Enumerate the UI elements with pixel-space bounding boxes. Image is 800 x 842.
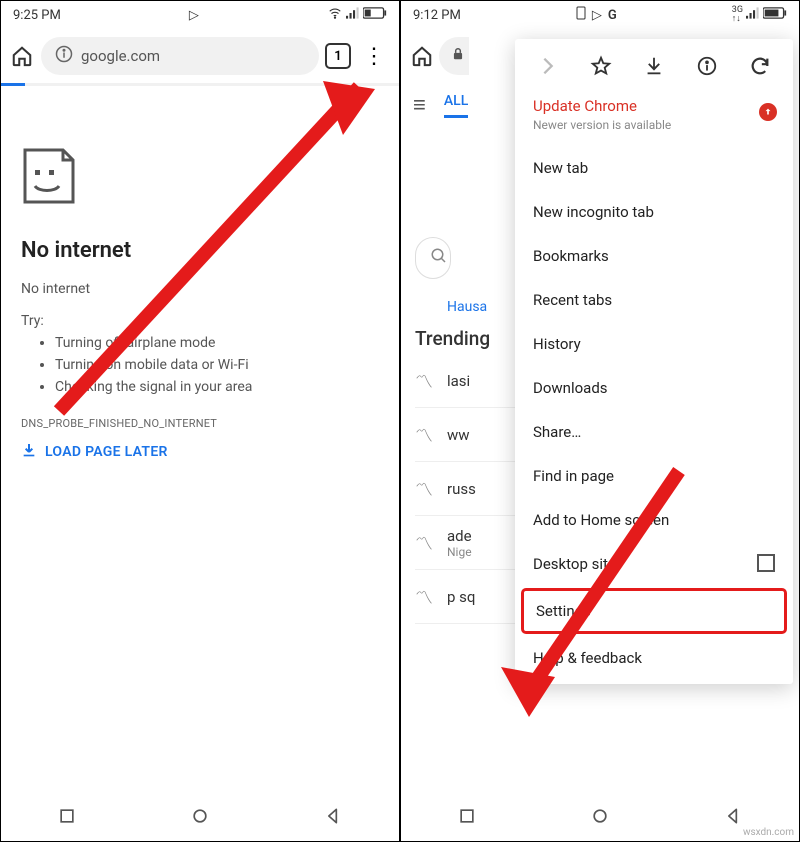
tip: Turning off airplane mode: [55, 335, 379, 351]
play-store-icon: ▷: [592, 8, 602, 23]
try-label: Try:: [21, 313, 379, 329]
menu-new-incognito[interactable]: New incognito tab: [515, 190, 793, 234]
android-nav-bar: [401, 795, 799, 841]
download-icon[interactable]: [643, 55, 665, 81]
status-time: 9:25 PM: [13, 8, 61, 23]
recent-apps-button[interactable]: [57, 806, 77, 830]
omnibox[interactable]: [439, 37, 469, 75]
error-code: DNS_PROBE_FINISHED_NO_INTERNET: [21, 417, 379, 430]
overflow-menu: Update Chrome Newer version is available…: [515, 39, 793, 684]
back-button[interactable]: [323, 806, 343, 830]
menu-new-tab[interactable]: New tab: [515, 146, 793, 190]
load-later-label: LOAD PAGE LATER: [45, 444, 168, 460]
menu-settings[interactable]: Settings: [521, 588, 787, 634]
battery-icon: [763, 7, 787, 23]
menu-update-chrome[interactable]: Update Chrome Newer version is available: [515, 93, 793, 146]
google-icon: G: [608, 8, 617, 23]
tab-all[interactable]: ALL: [444, 93, 468, 118]
download-icon: [21, 442, 37, 462]
tab-switcher[interactable]: 1: [325, 43, 351, 69]
home-button[interactable]: [190, 806, 210, 830]
error-sub: No internet: [21, 281, 379, 297]
update-title: Update Chrome: [533, 97, 775, 115]
phone-right: 9:12 PM ▷ G 3G↑↓ ≡ AL: [401, 1, 799, 841]
home-button[interactable]: [590, 806, 610, 830]
menu-top-actions: [515, 47, 793, 93]
trending-icon: 〽: [415, 476, 433, 502]
error-heading: No internet: [21, 238, 379, 263]
menu-recent-tabs[interactable]: Recent tabs: [515, 278, 793, 322]
menu-kebab-icon[interactable]: ⋮: [357, 44, 391, 69]
android-nav-bar: [1, 795, 399, 841]
signal-icon: [746, 7, 760, 23]
recent-apps-button[interactable]: [457, 806, 477, 830]
status-bar: 9:12 PM ▷ G 3G↑↓: [401, 1, 799, 29]
play-store-icon: ▷: [189, 8, 199, 23]
info-icon[interactable]: [696, 55, 718, 81]
browser-toolbar: google.com 1 ⋮: [1, 29, 399, 83]
menu-downloads[interactable]: Downloads: [515, 366, 793, 410]
omnibox-text: google.com: [81, 47, 160, 65]
back-button[interactable]: [723, 806, 743, 830]
update-badge-icon: [759, 103, 777, 121]
tip: Turning on mobile data or Wi-Fi: [55, 357, 379, 373]
menu-add-home[interactable]: Add to Home screen: [515, 498, 793, 542]
update-sub: Newer version is available: [533, 118, 775, 132]
error-tips: Turning off airplane mode Turning on mob…: [21, 335, 379, 395]
forward-icon[interactable]: [537, 55, 559, 81]
trending-icon: 〽: [415, 368, 433, 394]
menu-find-in-page[interactable]: Find in page: [515, 454, 793, 498]
search-icon: [430, 247, 448, 269]
menu-share[interactable]: Share…: [515, 410, 793, 454]
menu-help[interactable]: Help & feedback: [515, 636, 793, 680]
status-time: 9:12 PM: [413, 8, 461, 23]
home-icon[interactable]: [409, 45, 435, 67]
error-page: No internet No internet Try: Turning off…: [1, 86, 399, 795]
wifi-icon: [327, 6, 343, 24]
status-bar: 9:25 PM ▷: [1, 1, 399, 29]
omnibox[interactable]: google.com: [41, 37, 319, 75]
menu-bookmarks[interactable]: Bookmarks: [515, 234, 793, 278]
menu-desktop-site[interactable]: Desktop site: [515, 542, 793, 586]
info-icon: [55, 45, 73, 67]
search-input[interactable]: [415, 237, 451, 279]
hamburger-icon[interactable]: ≡: [413, 92, 426, 118]
menu-history[interactable]: History: [515, 322, 793, 366]
lock-icon: [451, 46, 465, 66]
load-page-later-button[interactable]: LOAD PAGE LATER: [21, 442, 379, 462]
trending-icon: 〽: [415, 530, 433, 556]
tip: Checking the signal in your area: [55, 379, 379, 395]
battery-icon: [363, 7, 387, 23]
reload-icon[interactable]: [749, 55, 771, 81]
checkbox-icon[interactable]: [757, 554, 775, 572]
phone-left: 9:25 PM ▷ googl: [1, 1, 399, 841]
signal-icon: [346, 7, 360, 23]
star-icon[interactable]: [590, 55, 612, 81]
notification-icon: [576, 6, 586, 24]
net-icon: 3G↑↓: [732, 6, 743, 24]
offline-doc-icon: [21, 146, 77, 206]
watermark: wsxdn.com: [743, 827, 794, 838]
home-icon[interactable]: [9, 45, 35, 67]
trending-icon: 〽: [415, 422, 433, 448]
trending-icon: 〽: [415, 584, 433, 610]
